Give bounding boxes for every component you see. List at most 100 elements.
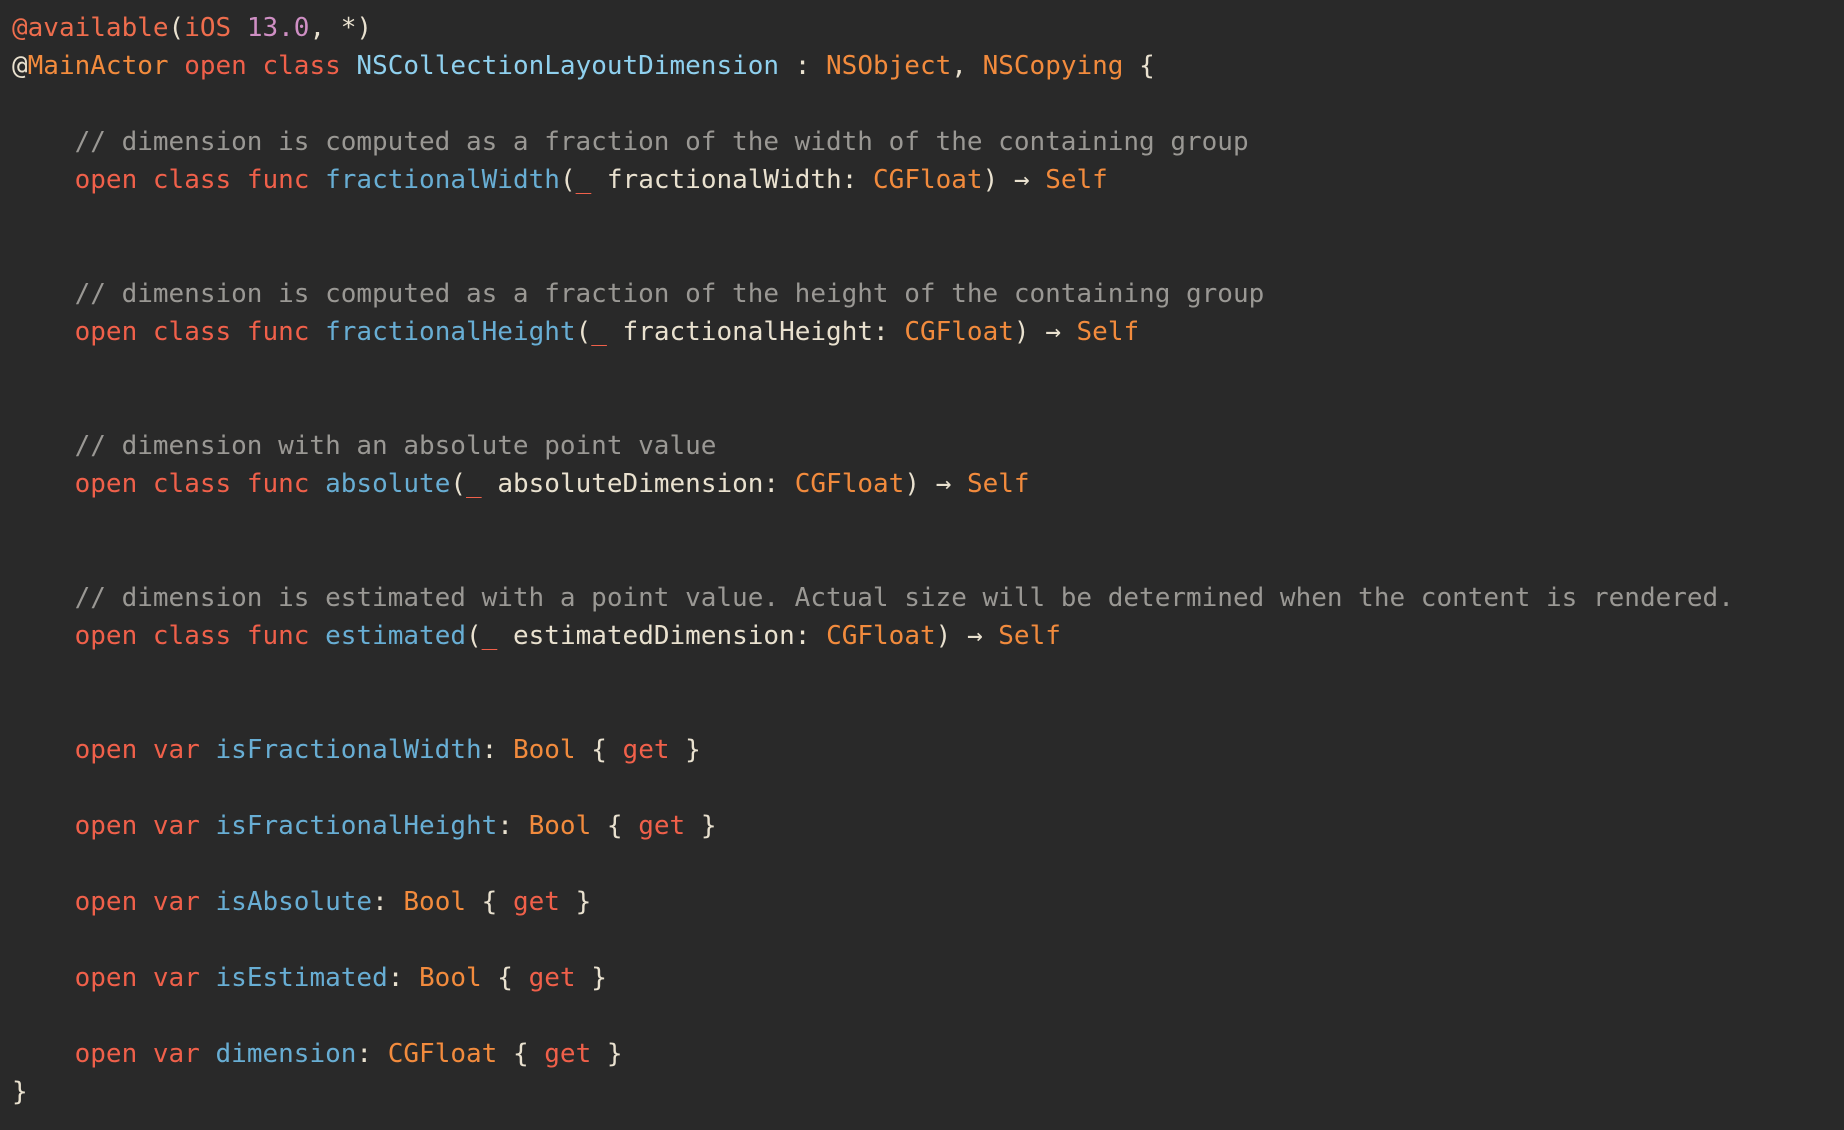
code-token: get <box>512 887 560 917</box>
code-line[interactable] <box>12 655 1844 693</box>
code-token: ) → <box>982 165 1046 195</box>
code-line[interactable] <box>12 997 1844 1035</box>
code-line[interactable] <box>12 921 1844 959</box>
code-line[interactable]: // dimension is computed as a fraction o… <box>12 275 1844 313</box>
code-token: // dimension is computed as a fraction o… <box>12 279 1265 309</box>
code-token: var <box>152 1039 200 1069</box>
code-token: func <box>246 165 310 195</box>
code-token: ) → <box>1013 317 1077 347</box>
code-line[interactable]: @available(iOS 13.0, *) <box>12 9 1844 47</box>
code-line[interactable]: } <box>12 1073 1844 1111</box>
code-token: open <box>74 165 138 195</box>
code-line[interactable]: open var isAbsolute: Bool { get } <box>12 883 1844 921</box>
code-token: Self <box>1076 317 1140 347</box>
code-token: iOS <box>184 13 232 43</box>
code-token: { <box>481 963 529 993</box>
code-token: NSObject <box>826 51 952 81</box>
code-token: class <box>152 317 232 347</box>
code-token: get <box>622 735 670 765</box>
code-token: dimension <box>215 1039 357 1069</box>
code-token: open <box>74 887 138 917</box>
code-line[interactable] <box>12 769 1844 807</box>
code-token: get <box>544 1039 592 1069</box>
code-token: : <box>372 887 404 917</box>
code-line[interactable] <box>12 541 1844 579</box>
code-token: ( <box>466 621 482 651</box>
code-token: 13.0 <box>246 13 310 43</box>
code-line[interactable]: open class func absolute(_ absoluteDimen… <box>12 465 1844 503</box>
code-token: } <box>591 1039 623 1069</box>
code-token: open <box>74 621 138 651</box>
code-token: class <box>152 621 232 651</box>
code-token: func <box>246 317 310 347</box>
code-line[interactable]: open var isFractionalWidth: Bool { get } <box>12 731 1844 769</box>
code-line[interactable] <box>12 503 1844 541</box>
code-token: : <box>497 811 529 841</box>
code-token: Bool <box>403 887 467 917</box>
code-token: CGFloat <box>873 165 983 195</box>
code-line[interactable]: // dimension is computed as a fraction o… <box>12 123 1844 161</box>
code-line[interactable]: @MainActor open class NSCollectionLayout… <box>12 47 1844 85</box>
code-line[interactable] <box>12 845 1844 883</box>
code-token: { <box>591 811 639 841</box>
code-line[interactable]: open var isEstimated: Bool { get } <box>12 959 1844 997</box>
code-line[interactable] <box>12 199 1844 237</box>
code-line[interactable] <box>12 85 1844 123</box>
code-token: ( <box>168 13 185 43</box>
code-token: absoluteDimension: <box>481 469 795 499</box>
code-token: open <box>74 735 138 765</box>
code-token: isFractionalHeight <box>215 811 498 841</box>
code-line[interactable]: open class func fractionalWidth(_ fracti… <box>12 161 1844 199</box>
code-line[interactable]: open var isFractionalHeight: Bool { get … <box>12 807 1844 845</box>
code-token: ) → <box>935 621 999 651</box>
code-token: { <box>1123 51 1155 81</box>
code-line[interactable] <box>12 389 1844 427</box>
code-token: Self <box>1045 165 1108 195</box>
code-token: @ <box>12 51 28 81</box>
code-token: : <box>779 51 827 81</box>
code-line[interactable]: // dimension with an absolute point valu… <box>12 427 1844 465</box>
code-token: } <box>559 887 592 917</box>
code-line[interactable]: open class func estimated(_ estimatedDim… <box>12 617 1844 655</box>
code-editor[interactable]: @available(iOS 13.0, *) @MainActor open c… <box>0 0 1844 1130</box>
code-token: CGFloat <box>826 621 936 651</box>
code-token: estimated <box>325 621 467 651</box>
code-line[interactable] <box>12 237 1844 275</box>
code-line[interactable]: open var dimension: CGFloat { get } <box>12 1035 1844 1073</box>
code-token: NSCollectionLayoutDimension <box>356 51 780 81</box>
code-line[interactable] <box>12 693 1844 731</box>
code-token: CGFloat <box>387 1039 498 1069</box>
code-line[interactable]: open class func fractionalHeight(_ fract… <box>12 313 1844 351</box>
code-token: Self <box>966 469 1030 499</box>
code-token: open <box>74 1039 138 1069</box>
code-token: NSCopying <box>982 51 1124 81</box>
code-line[interactable] <box>12 351 1844 389</box>
code-line[interactable]: // dimension is estimated with a point v… <box>12 579 1844 617</box>
code-token: get <box>638 811 686 841</box>
code-token: var <box>152 811 200 841</box>
code-token: ) → <box>904 469 967 499</box>
